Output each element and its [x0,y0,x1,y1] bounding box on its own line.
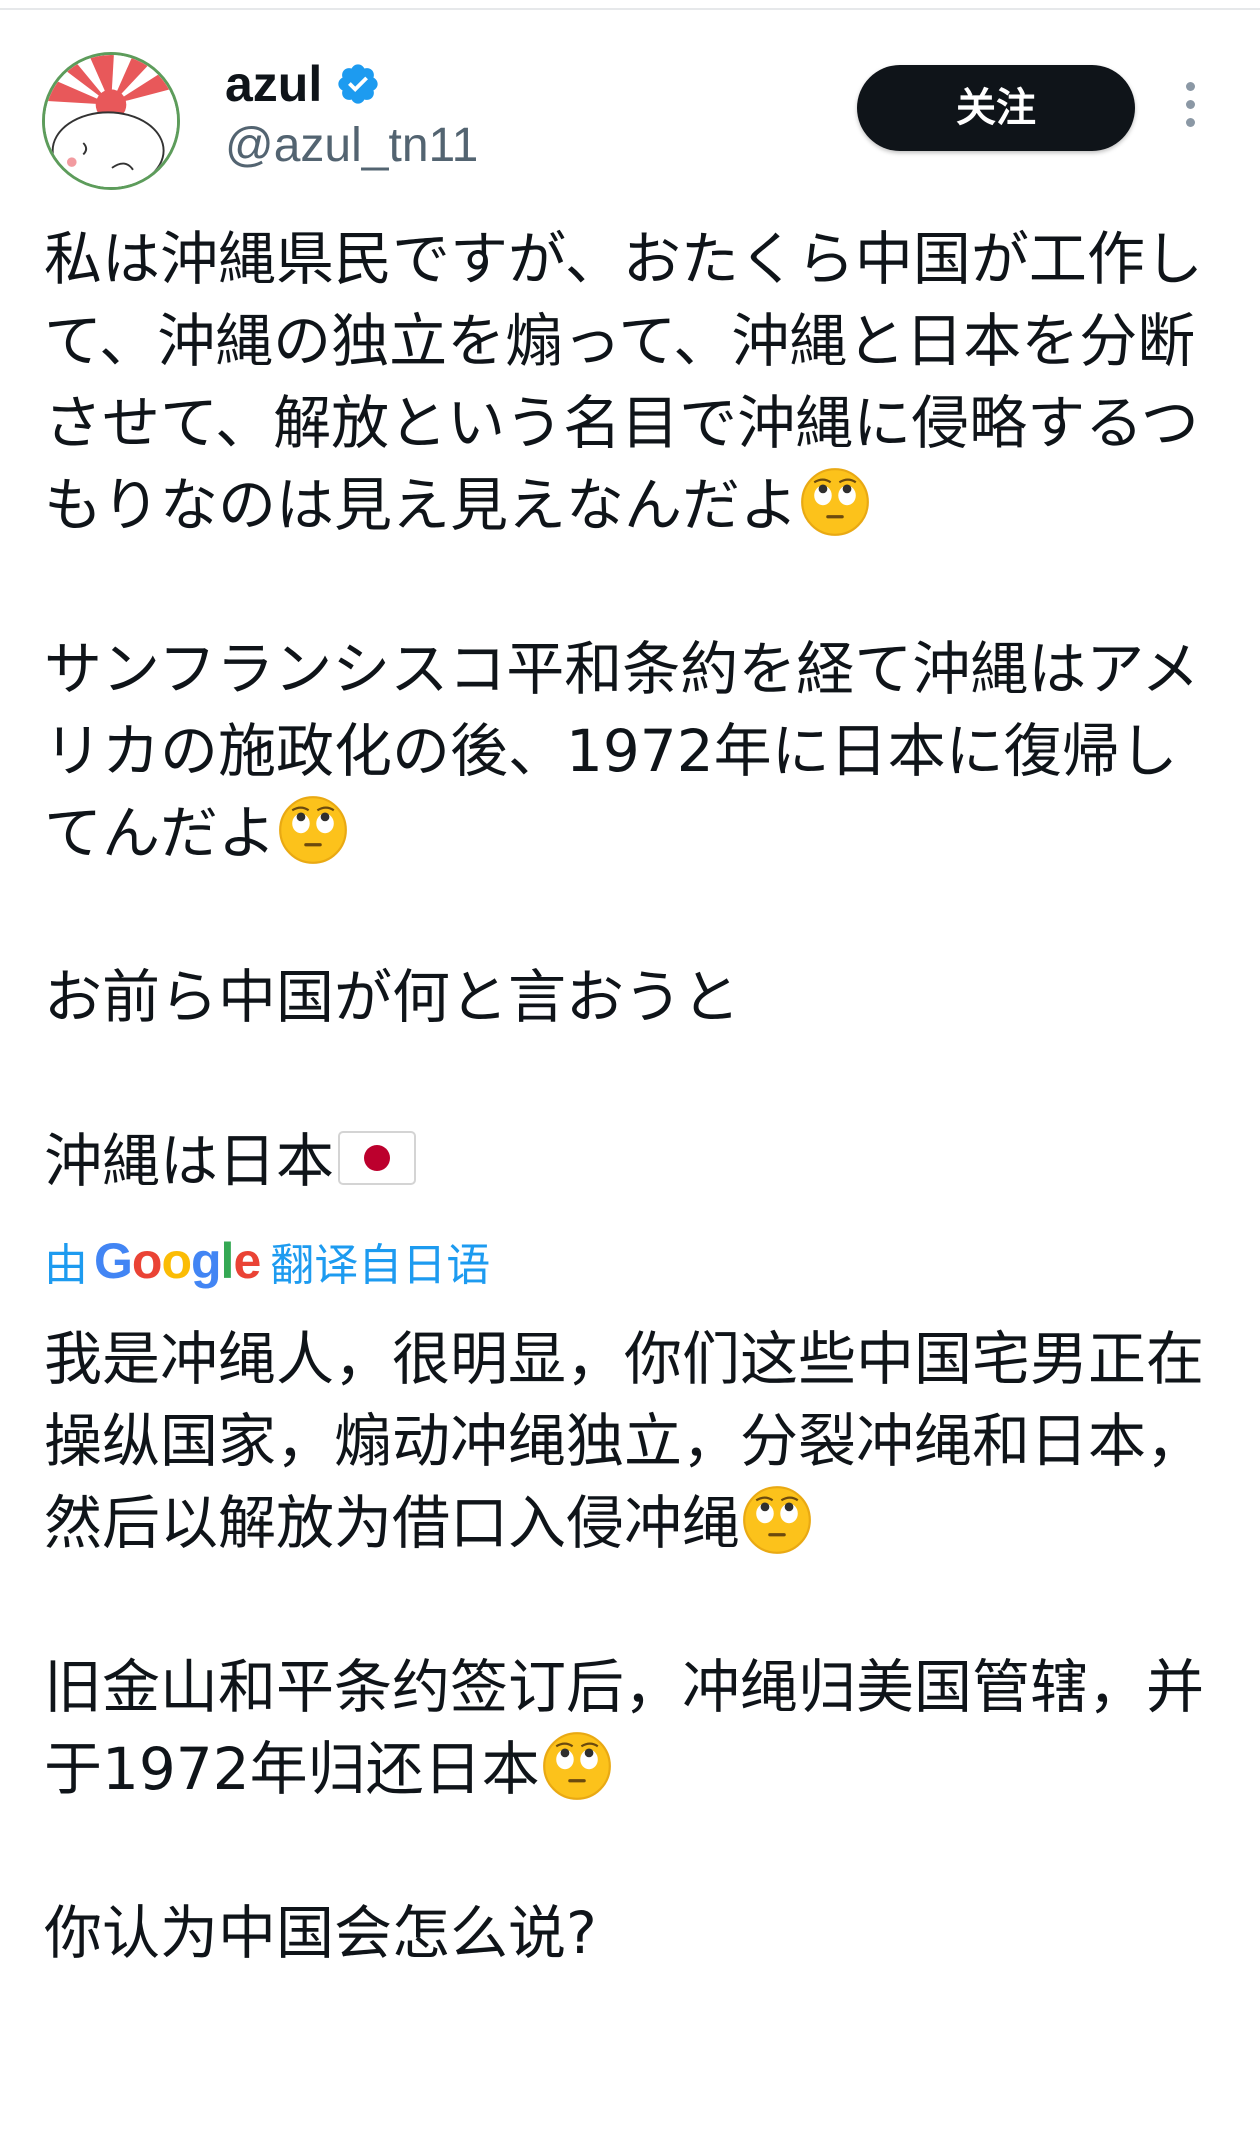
more-vertical-icon[interactable] [1178,82,1202,138]
translated-paragraph: 旧金山和平条约签订后，冲绳归美国管辖，并于1972年归还日本 [44,1646,1224,1810]
post-header: azul @azul_tn11 关注 [0,0,1260,200]
face-with-rolling-eyes-emoji-icon [742,1485,812,1555]
google-logo: Google [94,1233,261,1289]
translated-text: 我是冲绳人，很明显，你们这些中国宅男正在操纵国家，煽动冲绳独立，分裂冲绳和日本，… [44,1318,1224,1974]
japan-flag-icon [338,1131,417,1185]
translation-suffix: 翻译自日语 [270,1240,491,1291]
face-with-rolling-eyes-emoji-icon [278,795,348,865]
paragraph-text: 沖縄は日本 [44,1127,335,1195]
display-name[interactable]: azul [225,54,322,114]
paragraph-text: 我是冲绳人，很明显，你们这些中国宅男正在操纵国家，煽动冲绳独立，分裂冲绳和日本，… [44,1325,1205,1557]
author-block: azul @azul_tn11 [225,54,478,176]
user-handle[interactable]: @azul_tn11 [225,116,478,176]
follow-button[interactable]: 关注 [857,65,1135,151]
post-body: 私は沖縄県民ですが、おたくら中国が工作して、沖縄の独立を煽って、沖縄と日本を分断… [44,218,1224,1974]
verified-badge-icon [335,61,381,107]
original-text: 私は沖縄県民ですが、おたくら中国が工作して、沖縄の独立を煽って、沖縄と日本を分断… [44,218,1224,1202]
face-with-rolling-eyes-emoji-icon [800,467,870,537]
translation-attribution[interactable]: 由 Google 翻译自日语 [44,1230,1224,1292]
original-paragraph: お前ら中国が何と言おうと [44,963,741,1031]
original-paragraph: サンフランシスコ平和条約を経て沖縄はアメリカの施政化の後、1972年に日本に復帰… [44,628,1224,874]
paragraph-text: 旧金山和平条约签订后，冲绳归美国管辖，并于1972年归还日本 [44,1653,1205,1803]
face-with-rolling-eyes-emoji-icon [542,1731,612,1801]
paragraph-text: 私は沖縄県民ですが、おたくら中国が工作して、沖縄の独立を煽って、沖縄と日本を分断… [44,225,1203,539]
translation-prefix: 由 [44,1240,88,1291]
original-paragraph: 沖縄は日本 [44,1120,1224,1202]
translated-paragraph: 我是冲绳人，很明显，你们这些中国宅男正在操纵国家，煽动冲绳独立，分裂冲绳和日本，… [44,1318,1224,1564]
original-paragraph: 私は沖縄県民ですが、おたくら中国が工作して、沖縄の独立を煽って、沖縄と日本を分断… [44,218,1224,546]
translated-paragraph: 你认为中国会怎么说? [44,1899,597,1967]
paragraph-text: サンフランシスコ平和条約を経て沖縄はアメリカの施政化の後、1972年に日本に復帰… [44,635,1200,867]
avatar[interactable] [42,52,180,190]
avatar-image [45,55,177,187]
